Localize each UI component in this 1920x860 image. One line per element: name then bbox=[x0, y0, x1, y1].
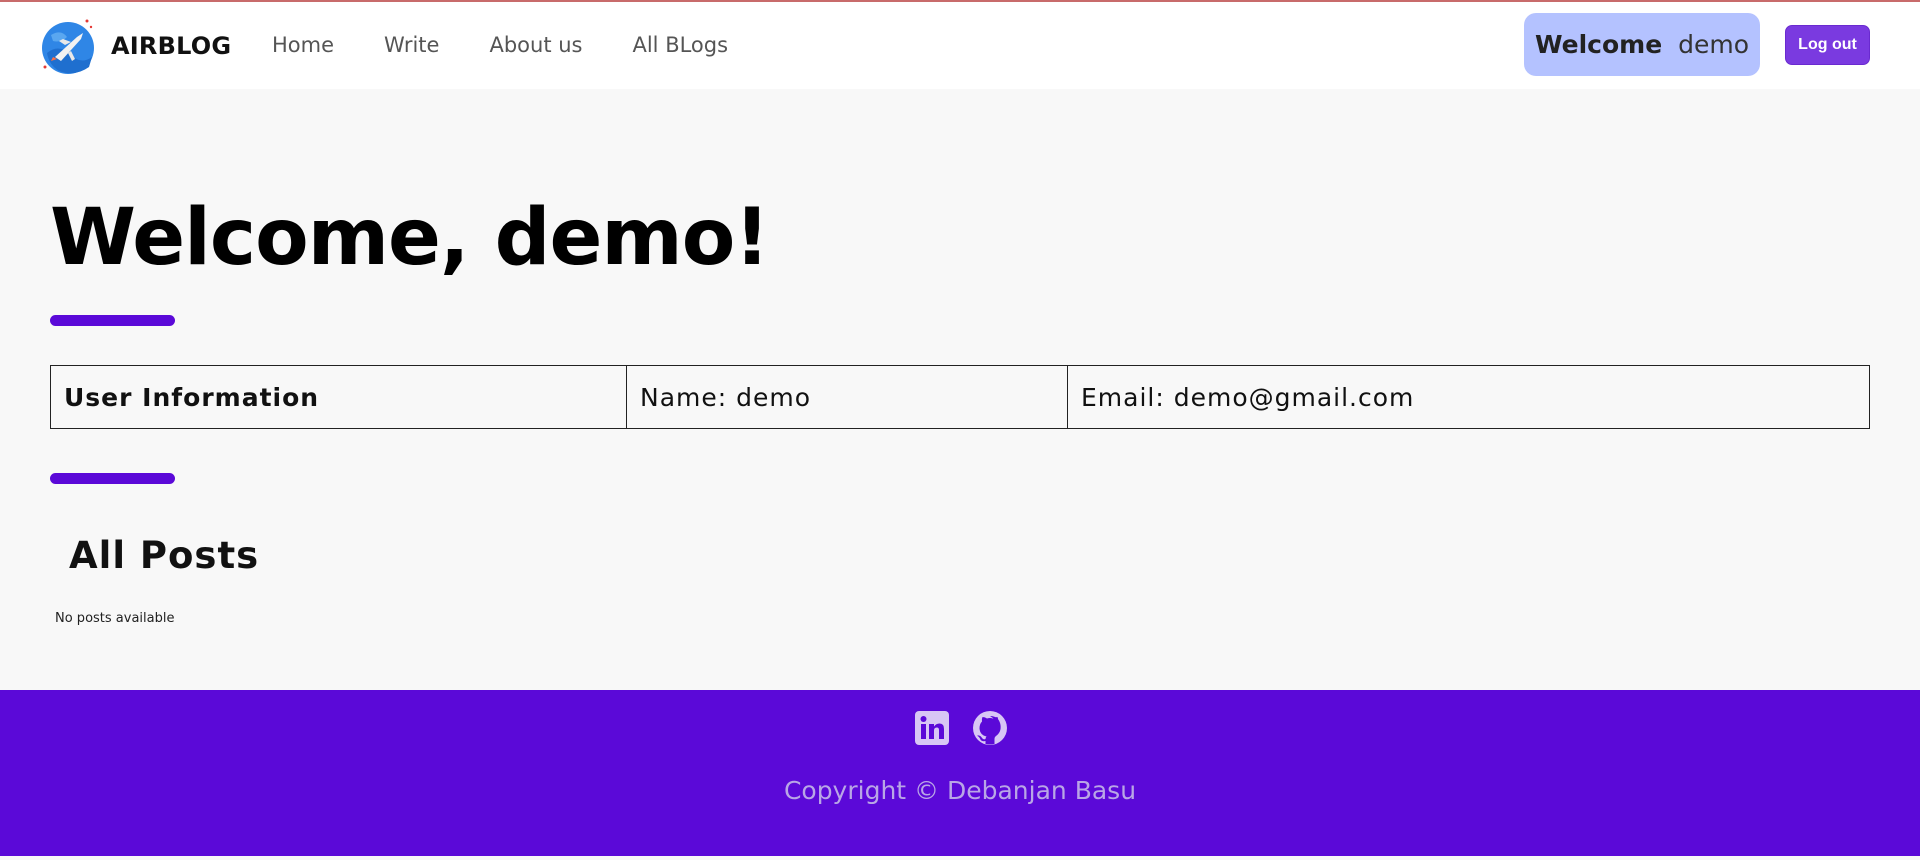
main-content: Welcome, demo! User Information Name: de… bbox=[0, 89, 1920, 689]
empty-posts-message: No posts available bbox=[55, 611, 175, 626]
user-info-table: User Information Name: demo Email: demo@… bbox=[50, 365, 1870, 429]
title-accent-bar bbox=[50, 315, 175, 326]
airplane-globe-icon bbox=[42, 19, 94, 74]
social-links bbox=[914, 710, 1030, 746]
brand-name: AIRBLOG bbox=[111, 32, 232, 60]
nav-links: Home Write About us All BLogs bbox=[272, 30, 778, 60]
page-title: Welcome, demo! bbox=[50, 193, 770, 283]
user-info-name: Name: demo bbox=[627, 366, 1068, 428]
posts-accent-bar bbox=[50, 473, 175, 484]
nav-link-about[interactable]: About us bbox=[489, 30, 582, 60]
nav-link-write[interactable]: Write bbox=[384, 30, 439, 60]
github-icon[interactable] bbox=[972, 710, 1008, 746]
posts-heading: All Posts bbox=[69, 534, 260, 577]
navbar: AIRBLOG Home Write About us All BLogs We… bbox=[0, 2, 1920, 89]
brand[interactable]: AIRBLOG bbox=[37, 15, 231, 77]
welcome-label: Welcome bbox=[1534, 30, 1663, 59]
logout-button[interactable]: Log out bbox=[1785, 25, 1870, 65]
nav-link-home[interactable]: Home bbox=[272, 30, 334, 60]
nav-link-all-blogs[interactable]: All BLogs bbox=[632, 30, 728, 60]
linkedin-icon[interactable] bbox=[914, 710, 950, 746]
user-info-email: Email: demo@gmail.com bbox=[1081, 382, 1415, 412]
welcome-username: demo bbox=[1678, 30, 1750, 59]
user-info-heading: User Information bbox=[51, 366, 627, 428]
footer: Copyright © Debanjan Basu bbox=[0, 690, 1920, 856]
copyright-text: Copyright © Debanjan Basu bbox=[783, 776, 1137, 805]
welcome-pill: Welcome demo bbox=[1524, 13, 1760, 76]
